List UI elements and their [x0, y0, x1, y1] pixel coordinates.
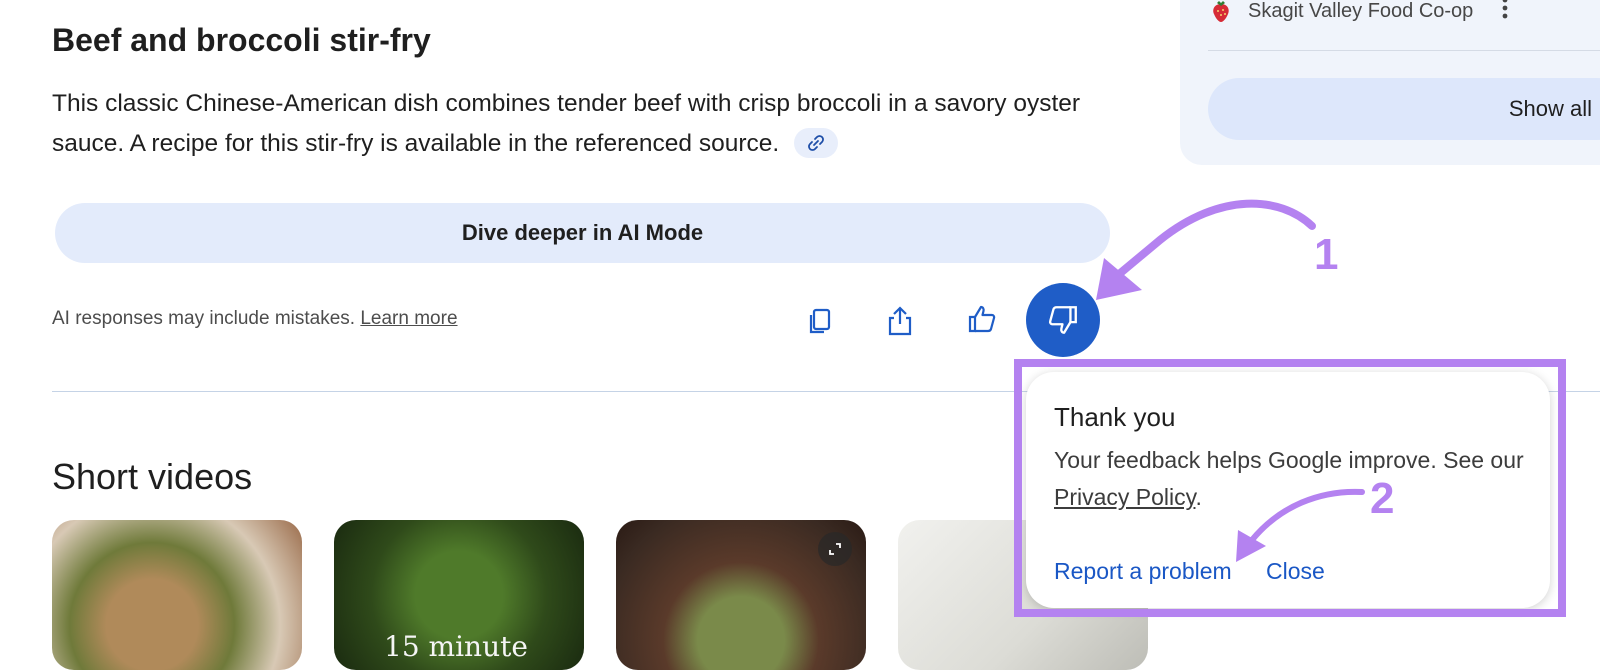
answer-description-text: This classic Chinese-American dish combi…	[52, 90, 1081, 157]
share-button[interactable]	[878, 299, 922, 343]
copy-button[interactable]	[798, 299, 842, 343]
more-vert-icon[interactable]	[1500, 0, 1510, 26]
popup-title: Thank you	[1054, 402, 1176, 432]
expand-icon[interactable]	[818, 532, 852, 566]
report-problem-button[interactable]: Report a problem	[1054, 558, 1232, 585]
source-name: Skagit Valley Food Co-op	[1248, 0, 1474, 22]
short-videos-heading: Short videos	[52, 456, 253, 497]
popup-body-text: Your feedback helps Google improve. See …	[1054, 447, 1524, 473]
annotation-marker-1: 1	[1314, 230, 1339, 279]
privacy-policy-link[interactable]: Privacy Policy	[1054, 484, 1195, 510]
source-link-chip[interactable]	[794, 127, 838, 158]
link-icon	[808, 134, 824, 151]
dislike-button[interactable]	[1026, 283, 1100, 357]
learn-more-link[interactable]: Learn more	[360, 308, 457, 329]
thumbnail-caption: 15 minute	[384, 630, 528, 663]
copy-icon	[809, 308, 831, 334]
close-button[interactable]: Close	[1266, 558, 1325, 585]
annotation-marker-2: 2	[1370, 474, 1395, 523]
popup-body-end: .	[1195, 484, 1202, 510]
disclaimer-text: AI responses may include mistakes.	[52, 308, 356, 329]
dive-deeper-button[interactable]: Dive deeper in AI Mode	[55, 203, 1110, 263]
answer-description: This classic Chinese-American dish combi…	[52, 84, 1112, 164]
annotation-arrow-1	[1108, 199, 1316, 284]
panel-divider	[1208, 50, 1600, 51]
share-icon	[888, 306, 912, 336]
thumbs-down-icon	[1048, 306, 1077, 334]
thumbs-up-icon	[968, 305, 996, 333]
source-item[interactable]: Skagit Valley Food Co-op	[1208, 0, 1473, 24]
strawberry-icon	[1208, 0, 1234, 24]
annotation-arrowhead-1	[1096, 258, 1142, 300]
like-button[interactable]	[960, 297, 1004, 341]
popup-body: Your feedback helps Google improve. See …	[1054, 442, 1524, 516]
show-all-button[interactable]: Show all	[1208, 78, 1600, 140]
ai-disclaimer: AI responses may include mistakes. Learn…	[52, 308, 458, 330]
answer-title: Beef and broccoli stir-fry	[52, 22, 431, 58]
